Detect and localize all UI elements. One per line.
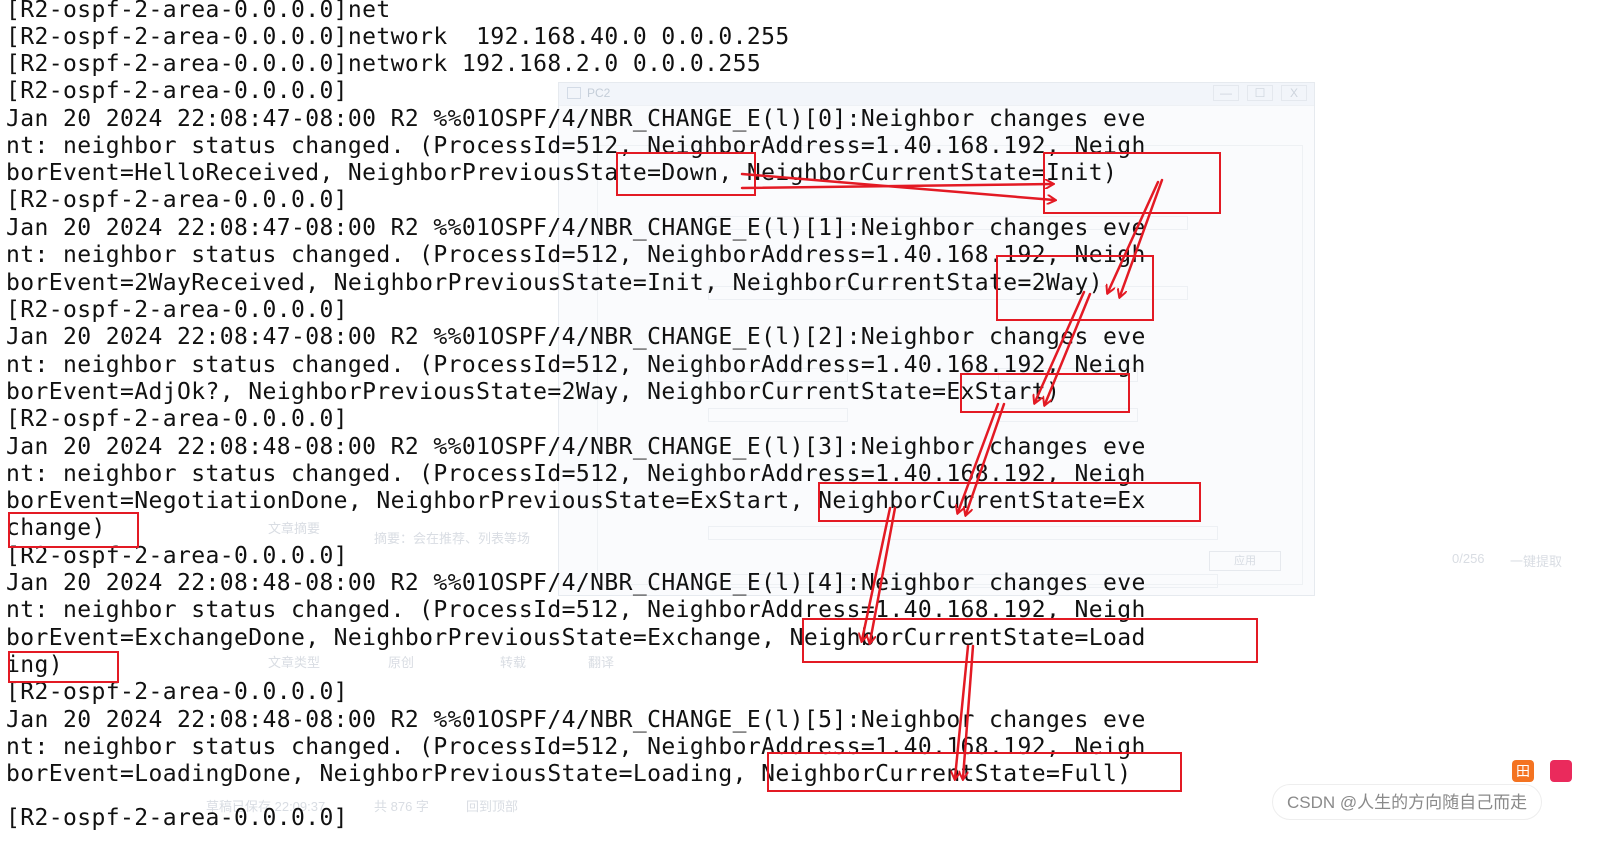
annotation-box-current-init	[1043, 152, 1221, 214]
type-repost-radio[interactable]: 转载	[500, 652, 526, 671]
annotation-box-current-exchange	[818, 482, 1201, 522]
annotation-box-current-2way	[996, 255, 1154, 321]
terminal-line: Jan 20 2024 22:08:48-08:00 R2 %%01OSPF/4…	[6, 707, 1146, 733]
pc2-window-title: PC2	[587, 86, 611, 100]
annotation-box-previous-down	[616, 152, 756, 196]
terminal-line: [R2-ospf-2-area-0.0.0.0]	[6, 406, 348, 432]
annotation-box-loading-tail	[8, 651, 119, 683]
subnet-mask-field	[708, 408, 848, 422]
csdn-watermark: CSDN @人生的方向随自己而走	[1272, 784, 1543, 820]
apply-button[interactable]: 应用	[1209, 551, 1281, 571]
minimize-icon[interactable]: —	[1213, 85, 1239, 101]
terminal-line: Jan 20 2024 22:08:48-08:00 R2 %%01OSPF/4…	[6, 570, 1146, 596]
terminal-line: Jan 20 2024 22:08:47-08:00 R2 %%01OSPF/4…	[6, 106, 1146, 132]
char-count: 0/256	[1452, 551, 1485, 566]
app-icon[interactable]	[1550, 760, 1572, 782]
terminal-line: [R2-ospf-2-area-0.0.0.0]network 192.168.…	[6, 24, 790, 50]
terminal-line: Jan 20 2024 22:08:47-08:00 R2 %%01OSPF/4…	[6, 215, 1146, 241]
grid-app-icon[interactable]: 田	[1512, 760, 1534, 782]
article-type-label: 文章类型	[268, 655, 321, 670]
terminal-line: [R2-ospf-2-area-0.0.0.0]	[6, 78, 348, 104]
word-count: 共 876 字	[374, 799, 429, 814]
terminal-line: [R2-ospf-2-area-0.0.0.0]	[6, 187, 348, 213]
terminal-line: [R2-ospf-2-area-0.0.0.0]	[6, 679, 348, 705]
summary-input[interactable]: 摘要：会在推荐、列表等场	[374, 528, 530, 547]
extract-button[interactable]: 一键提取	[1510, 551, 1562, 570]
maximize-icon[interactable]: ☐	[1247, 85, 1273, 101]
terminal-line: [R2-ospf-2-area-0.0.0.0]	[6, 297, 348, 323]
terminal-line: borEvent=AdjOk?, NeighborPreviousState=2…	[6, 379, 1061, 405]
terminal-line: borEvent=2WayReceived, NeighborPreviousS…	[6, 270, 1104, 296]
summary-label: 文章摘要	[268, 521, 321, 536]
ipv6-field	[708, 526, 1218, 540]
terminal-line: nt: neighbor status changed. (ProcessId=…	[6, 242, 1146, 268]
back-to-top-link[interactable]: 回到顶部	[466, 796, 518, 815]
type-original-radio[interactable]: 原创	[388, 652, 414, 671]
terminal-line: borEvent=HelloReceived, NeighborPrevious…	[6, 160, 1118, 186]
terminal-line: [R2-ospf-2-area-0.0.0.0]net	[6, 0, 391, 23]
close-icon[interactable]: X	[1281, 85, 1307, 101]
terminal-line: [R2-ospf-2-area-0.0.0.0]	[6, 805, 348, 831]
terminal-line: Jan 20 2024 22:08:47-08:00 R2 %%01OSPF/4…	[6, 324, 1146, 350]
type-translate-radio[interactable]: 翻译	[588, 652, 614, 671]
pc2-window-titlebar: PC2 — ☐ X	[559, 83, 1314, 106]
annotation-box-current-full	[767, 752, 1182, 792]
pc-icon	[567, 87, 581, 99]
annotation-box-exchange-tail	[8, 512, 139, 548]
terminal-line: nt: neighbor status changed. (ProcessId=…	[6, 133, 1146, 159]
terminal-line: [R2-ospf-2-area-0.0.0.0]network 192.168.…	[6, 51, 762, 77]
annotation-box-current-exstart	[960, 373, 1130, 413]
annotation-box-current-loading	[802, 618, 1258, 663]
terminal-line: Jan 20 2024 22:08:48-08:00 R2 %%01OSPF/4…	[6, 434, 1146, 460]
